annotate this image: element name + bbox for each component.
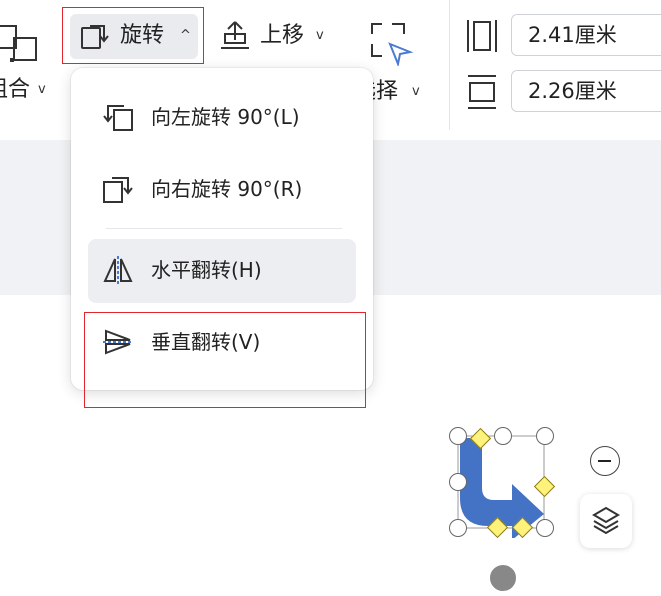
menu-item-label: 垂直翻转(V) — [151, 330, 261, 354]
move-up-icon — [218, 20, 252, 52]
group-button[interactable]: 组合 v — [0, 10, 50, 110]
group-label: 组合 — [0, 77, 31, 102]
menu-item-label: 向左旋转 90°(L) — [151, 105, 300, 129]
menu-item-rotate-left[interactable]: 向左旋转 90°(L) — [88, 86, 356, 150]
width-icon — [466, 18, 498, 54]
zoom-out-button[interactable] — [590, 446, 620, 476]
rotate-icon — [80, 22, 114, 52]
menu-item-rotate-right[interactable]: 向右旋转 90°(R) — [88, 158, 356, 222]
group-chevron: v — [38, 82, 46, 97]
select-icon — [368, 20, 414, 66]
resize-handle-top[interactable] — [494, 427, 512, 445]
selected-shape[interactable] — [448, 426, 558, 539]
rotation-handle[interactable] — [485, 560, 521, 596]
menu-divider — [106, 228, 342, 229]
ribbon-separator — [449, 0, 450, 130]
resize-handle-bottom-right[interactable] — [536, 519, 554, 537]
resize-handle-left[interactable] — [449, 473, 467, 491]
rotate-dropdown-menu: 向左旋转 90°(L) 向右旋转 90°(R) 水平翻转(H) 垂直翻转(V) — [71, 68, 373, 390]
flip-vertical-icon — [102, 327, 134, 357]
layers-icon — [592, 505, 620, 535]
rotate-chevron-icon: ^ — [180, 28, 191, 43]
shape-height-input[interactable]: 2.26厘米 — [511, 70, 661, 112]
height-icon — [466, 74, 498, 110]
rotate-button[interactable]: 旋转 ^ — [70, 14, 198, 59]
minus-icon — [598, 460, 611, 462]
resize-handle-top-right[interactable] — [536, 427, 554, 445]
rotate-left-icon — [102, 102, 134, 132]
resize-handle-top-left[interactable] — [449, 427, 467, 445]
rotate-label: 旋转 — [120, 23, 165, 48]
menu-item-flip-horizontal[interactable]: 水平翻转(H) — [88, 239, 356, 303]
menu-item-label: 水平翻转(H) — [151, 258, 262, 282]
move-up-label: 上移 — [260, 23, 305, 48]
menu-item-flip-vertical[interactable]: 垂直翻转(V) — [88, 311, 356, 375]
resize-handle-bottom-left[interactable] — [449, 519, 467, 537]
select-chevron-icon: v — [412, 84, 420, 99]
move-up-button[interactable]: 上移 v — [214, 14, 332, 59]
menu-item-label: 向右旋转 90°(R) — [151, 177, 303, 201]
layers-button[interactable] — [580, 494, 632, 548]
move-up-chevron-icon: v — [316, 28, 324, 43]
flip-horizontal-icon — [102, 255, 134, 285]
group-icon — [0, 22, 40, 64]
rotate-right-icon — [102, 174, 134, 204]
shape-width-input[interactable]: 2.41厘米 — [511, 14, 661, 56]
